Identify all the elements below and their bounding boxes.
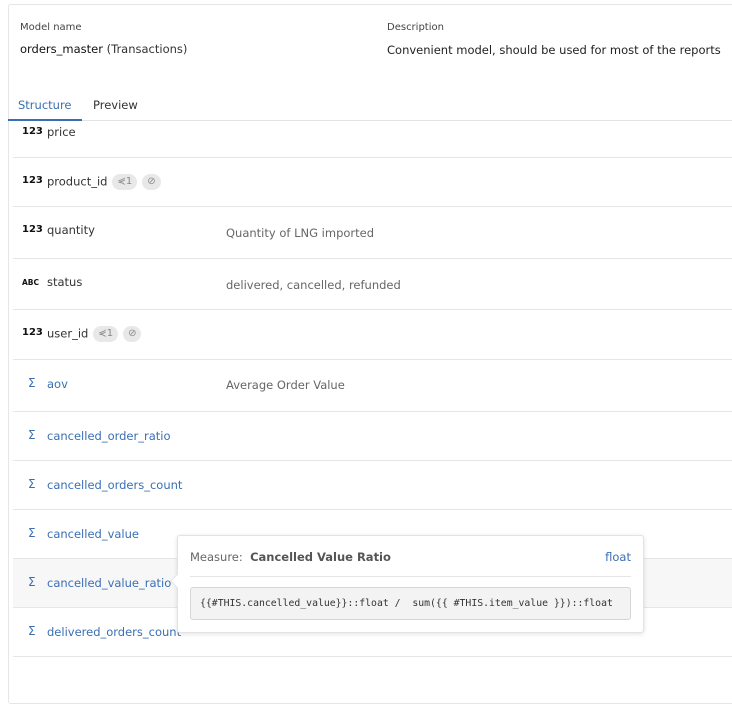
field-name[interactable]: cancelled_value_ratio (47, 576, 171, 590)
description-label: Description (387, 22, 444, 33)
sigma-icon: Σ (28, 575, 36, 589)
field-name-text: aov (47, 377, 68, 391)
tooltip-title: Measure: Cancelled Value Ratio (190, 550, 391, 564)
sigma-icon: Σ (28, 428, 36, 442)
sigma-icon: Σ (28, 376, 36, 390)
field-name-text: cancelled_orders_count (47, 478, 183, 492)
share-icon: ⋞ (117, 176, 126, 187)
tab-preview[interactable]: Preview (83, 98, 148, 121)
field-description: delivered, cancelled, refunded (226, 278, 401, 292)
field-name-text: cancelled_order_ratio (47, 429, 171, 443)
field-row[interactable]: Σ cancelled_order_ratio (13, 412, 732, 461)
eye-off-icon: ⊘ (147, 176, 156, 187)
field-row[interactable]: 123 product_id ⋞1 ⊘ (13, 158, 732, 207)
field-row[interactable]: Σ aov Average Order Value (13, 360, 732, 412)
field-row[interactable]: 123 user_id ⋞1 ⊘ (13, 310, 732, 360)
field-name[interactable]: cancelled_order_ratio (47, 429, 171, 443)
field-description: Average Order Value (226, 378, 345, 392)
field-name[interactable]: cancelled_value (47, 527, 139, 541)
measure-tooltip: Measure: Cancelled Value Ratio float {{#… (169, 535, 644, 633)
tooltip-sql: {{#THIS.cancelled_value}}::float / sum({… (190, 587, 631, 620)
eye-off-icon: ⊘ (128, 328, 137, 339)
field-name: user_id ⋞1 ⊘ (47, 326, 142, 342)
field-name: quantity (47, 223, 95, 237)
field-name-text: delivered_orders_count (47, 625, 182, 639)
number-type-icon: 123 (22, 175, 43, 186)
number-type-icon: 123 (22, 126, 43, 137)
number-type-icon: 123 (22, 327, 43, 338)
model-alias: (Transactions) (106, 42, 188, 56)
field-name-text: price (47, 125, 76, 139)
tab-structure[interactable]: Structure (8, 98, 82, 121)
field-name: price (47, 125, 76, 139)
number-type-icon: 123 (22, 224, 43, 235)
field-description: Quantity of LNG imported (226, 226, 375, 240)
field-row[interactable]: ABC status delivered, cancelled, refunde… (13, 259, 732, 310)
tab-bar: Structure Preview (8, 94, 732, 121)
links-count: 1 (125, 176, 133, 187)
tooltip-prefix: Measure: (190, 550, 243, 564)
model-name: orders_master (Transactions) (20, 42, 187, 56)
field-name: status (47, 275, 82, 289)
sigma-icon: Σ (28, 526, 36, 540)
sigma-icon: Σ (28, 477, 36, 491)
model-name-value: orders_master (20, 42, 103, 56)
share-icon: ⋞ (98, 328, 107, 339)
field-row[interactable]: 123 price (13, 121, 732, 158)
hidden-badge[interactable]: ⊘ (123, 326, 142, 342)
field-name[interactable]: aov (47, 377, 68, 391)
field-name[interactable]: delivered_orders_count (47, 625, 181, 639)
tooltip-type: float (605, 550, 631, 564)
field-row[interactable]: 123 quantity Quantity of LNG imported (13, 207, 732, 259)
field-name-text: user_id (47, 326, 89, 341)
field-row[interactable]: Σ cancelled_orders_count (13, 461, 732, 510)
tooltip-divider (190, 576, 631, 577)
links-badge[interactable]: ⋞1 (112, 174, 138, 190)
field-name-text: cancelled_value_ratio (47, 576, 172, 590)
field-name[interactable]: cancelled_orders_count (47, 478, 182, 492)
hidden-badge[interactable]: ⊘ (142, 174, 161, 190)
text-type-icon: ABC (22, 278, 40, 287)
links-count: 1 (106, 328, 114, 339)
model-description: Convenient model, should be used for mos… (387, 43, 721, 57)
field-name-text: cancelled_value (47, 527, 139, 541)
field-name-text: status (47, 275, 83, 289)
field-name-text: product_id (47, 174, 108, 189)
field-name-text: quantity (47, 223, 95, 237)
sigma-icon: Σ (28, 624, 36, 638)
field-name: product_id ⋞1 ⊘ (47, 174, 161, 190)
model-name-label: Model name (20, 22, 82, 33)
links-badge[interactable]: ⋞1 (93, 326, 119, 342)
tooltip-measure-name: Cancelled Value Ratio (250, 550, 391, 564)
